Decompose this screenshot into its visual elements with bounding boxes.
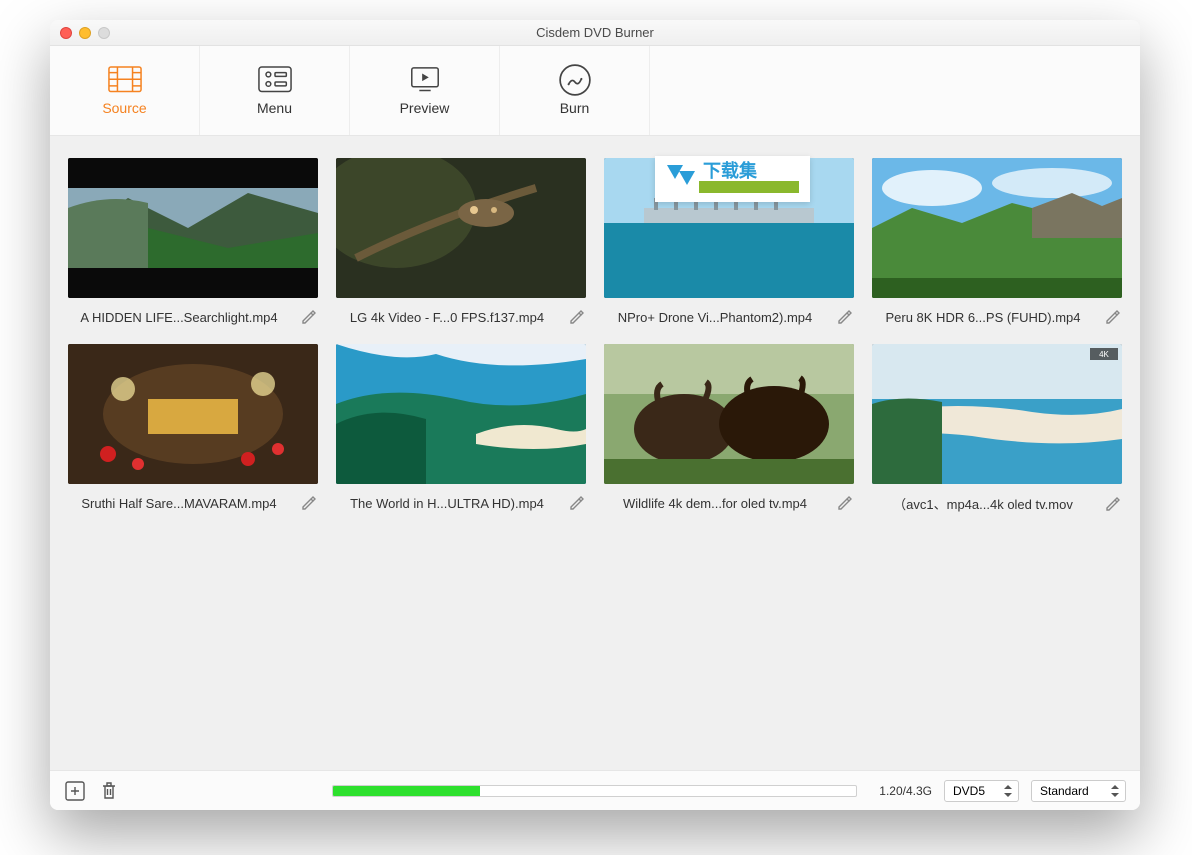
quality-select[interactable]: Standard (1031, 780, 1126, 802)
disc-type-select[interactable]: DVD5 (944, 780, 1019, 802)
content-area: A HIDDEN LIFE...Searchlight.mp4 LG 4k Vi… (50, 136, 1140, 770)
video-thumbnail[interactable] (604, 344, 854, 484)
delete-button[interactable] (98, 780, 120, 802)
video-thumbnail[interactable] (68, 344, 318, 484)
video-item[interactable]: Sruthi Half Sare...MAVARAM.mp4 (68, 344, 318, 513)
video-item[interactable]: 4K （avc1、mp4a...4k oled tv.mov (872, 344, 1122, 513)
burn-icon (558, 66, 592, 94)
video-filename: NPro+ Drone Vi...Phantom2).mp4 (604, 310, 826, 325)
svg-text:4K: 4K (1099, 350, 1109, 359)
edit-icon[interactable] (300, 494, 318, 512)
tab-preview[interactable]: Preview (350, 46, 500, 135)
video-filename: Wildlife 4k dem...for oled tv.mp4 (604, 496, 826, 511)
tab-label: Source (102, 100, 146, 116)
tab-burn[interactable]: Burn (500, 46, 650, 135)
video-item[interactable]: LG 4k Video - F...0 FPS.f137.mp4 (336, 158, 586, 326)
edit-icon[interactable] (1104, 308, 1122, 326)
svg-text:下载集: 下载集 (703, 161, 758, 181)
watermark-overlay: 下载集 (655, 156, 810, 202)
video-item[interactable]: The World in H...ULTRA HD).mp4 (336, 344, 586, 513)
window-title: Cisdem DVD Burner (50, 25, 1140, 40)
video-item[interactable]: Peru 8K HDR 6...PS (FUHD).mp4 (872, 158, 1122, 326)
footer-bar: 1.20/4.3G DVD5 Standard (50, 770, 1140, 810)
tab-menu[interactable]: Menu (200, 46, 350, 135)
video-filename: LG 4k Video - F...0 FPS.f137.mp4 (336, 310, 558, 325)
video-filename: The World in H...ULTRA HD).mp4 (336, 496, 558, 511)
video-filename: Peru 8K HDR 6...PS (FUHD).mp4 (872, 310, 1094, 325)
titlebar: Cisdem DVD Burner (50, 20, 1140, 46)
preview-icon (408, 66, 442, 94)
video-filename: Sruthi Half Sare...MAVARAM.mp4 (68, 496, 290, 511)
video-thumbnail[interactable]: 4K (872, 344, 1122, 484)
capacity-fill (333, 786, 480, 796)
video-thumbnail[interactable] (336, 344, 586, 484)
video-thumbnail[interactable] (336, 158, 586, 298)
capacity-bar (332, 785, 857, 797)
edit-icon[interactable] (836, 308, 854, 326)
edit-icon[interactable] (836, 494, 854, 512)
tab-label: Menu (257, 100, 292, 116)
video-thumbnail[interactable] (872, 158, 1122, 298)
source-icon (108, 66, 142, 94)
edit-icon[interactable] (1104, 495, 1122, 513)
tab-label: Preview (400, 100, 450, 116)
video-filename: （avc1、mp4a...4k oled tv.mov (872, 494, 1094, 513)
video-thumbnail[interactable] (68, 158, 318, 298)
video-filename: A HIDDEN LIFE...Searchlight.mp4 (68, 310, 290, 325)
video-item[interactable]: Wildlife 4k dem...for oled tv.mp4 (604, 344, 854, 513)
video-grid: A HIDDEN LIFE...Searchlight.mp4 LG 4k Vi… (68, 158, 1122, 513)
edit-icon[interactable] (568, 494, 586, 512)
disc-type-value: DVD5 (953, 784, 985, 798)
capacity-text: 1.20/4.3G (879, 784, 932, 798)
video-item[interactable]: A HIDDEN LIFE...Searchlight.mp4 (68, 158, 318, 326)
tab-source[interactable]: Source (50, 46, 200, 135)
top-tab-bar: Source Menu Preview Burn (50, 46, 1140, 136)
quality-value: Standard (1040, 784, 1089, 798)
menu-icon (258, 66, 292, 94)
edit-icon[interactable] (300, 308, 318, 326)
edit-icon[interactable] (568, 308, 586, 326)
add-button[interactable] (64, 780, 86, 802)
app-window: Cisdem DVD Burner Source Menu Preview Bu… (50, 20, 1140, 810)
tab-label: Burn (560, 100, 590, 116)
